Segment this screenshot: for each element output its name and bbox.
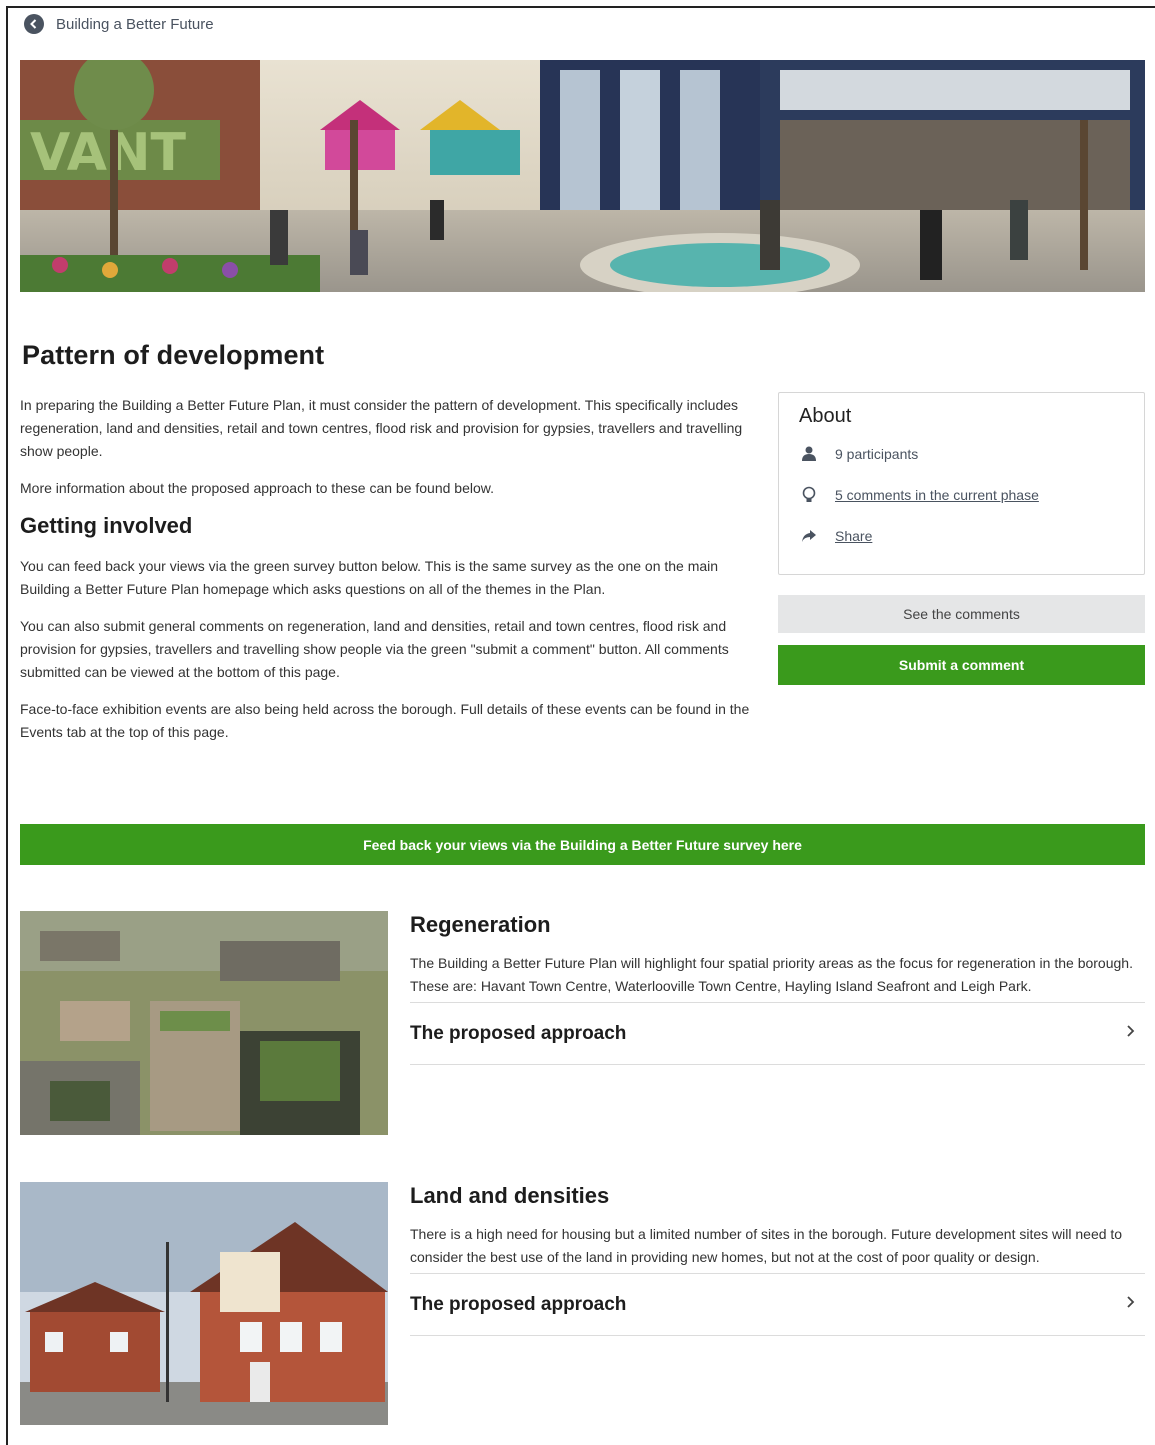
back-link-label: Building a Better Future <box>56 15 214 33</box>
section-text: The Building a Better Future Plan will h… <box>410 952 1145 1003</box>
intro-paragraph: More information about the proposed appr… <box>20 480 494 496</box>
submit-comment-button[interactable]: Submit a comment <box>778 645 1145 685</box>
chevron-right-icon <box>1125 1295 1135 1314</box>
lightbulb-icon <box>799 486 819 504</box>
comments-row: 5 comments in the current phase <box>799 485 1124 505</box>
hero-image: VANT <box>20 60 1145 292</box>
land-densities-section: Land and densities There is a high need … <box>410 1183 1145 1336</box>
land-densities-image <box>20 1182 388 1425</box>
proposed-approach-link[interactable]: The proposed approach <box>410 1274 1145 1336</box>
intro-content: In preparing the Building a Better Futur… <box>20 394 755 758</box>
intro-paragraph: In preparing the Building a Better Futur… <box>20 397 743 459</box>
participants-count: 9 participants <box>835 446 919 462</box>
back-link[interactable]: Building a Better Future <box>24 14 214 34</box>
svg-text:VANT: VANT <box>30 123 186 183</box>
involved-paragraph: You can feed back your views via the gre… <box>20 558 719 597</box>
getting-involved-heading: Getting involved <box>20 513 193 538</box>
participants-row: 9 participants <box>799 444 1124 464</box>
regeneration-section: Regeneration The Building a Better Futur… <box>410 912 1145 1065</box>
survey-button[interactable]: Feed back your views via the Building a … <box>20 824 1145 865</box>
share-link[interactable]: Share <box>835 528 872 544</box>
proposed-approach-label: The proposed approach <box>410 1022 627 1044</box>
section-title: Land and densities <box>410 1183 610 1208</box>
section-text: There is a high need for housing but a l… <box>410 1223 1145 1274</box>
involved-paragraph: You can also submit general comments on … <box>20 618 729 680</box>
involved-paragraph: Face-to-face exhibition events are also … <box>20 701 750 740</box>
section-title: Regeneration <box>410 912 551 937</box>
proposed-approach-link[interactable]: The proposed approach <box>410 1003 1145 1065</box>
proposed-approach-label: The proposed approach <box>410 1293 627 1315</box>
about-card: About 9 participants 5 comments in the c… <box>778 392 1145 575</box>
share-arrow-icon <box>799 529 819 543</box>
person-icon <box>799 446 819 462</box>
see-comments-button[interactable]: See the comments <box>778 595 1145 633</box>
page-title: Pattern of development <box>22 340 325 370</box>
regeneration-image <box>20 911 388 1135</box>
comments-link[interactable]: 5 comments in the current phase <box>835 487 1039 503</box>
back-arrow-icon <box>24 14 44 34</box>
about-title: About <box>799 405 852 427</box>
share-row: Share <box>799 526 1124 546</box>
chevron-right-icon <box>1125 1024 1135 1043</box>
